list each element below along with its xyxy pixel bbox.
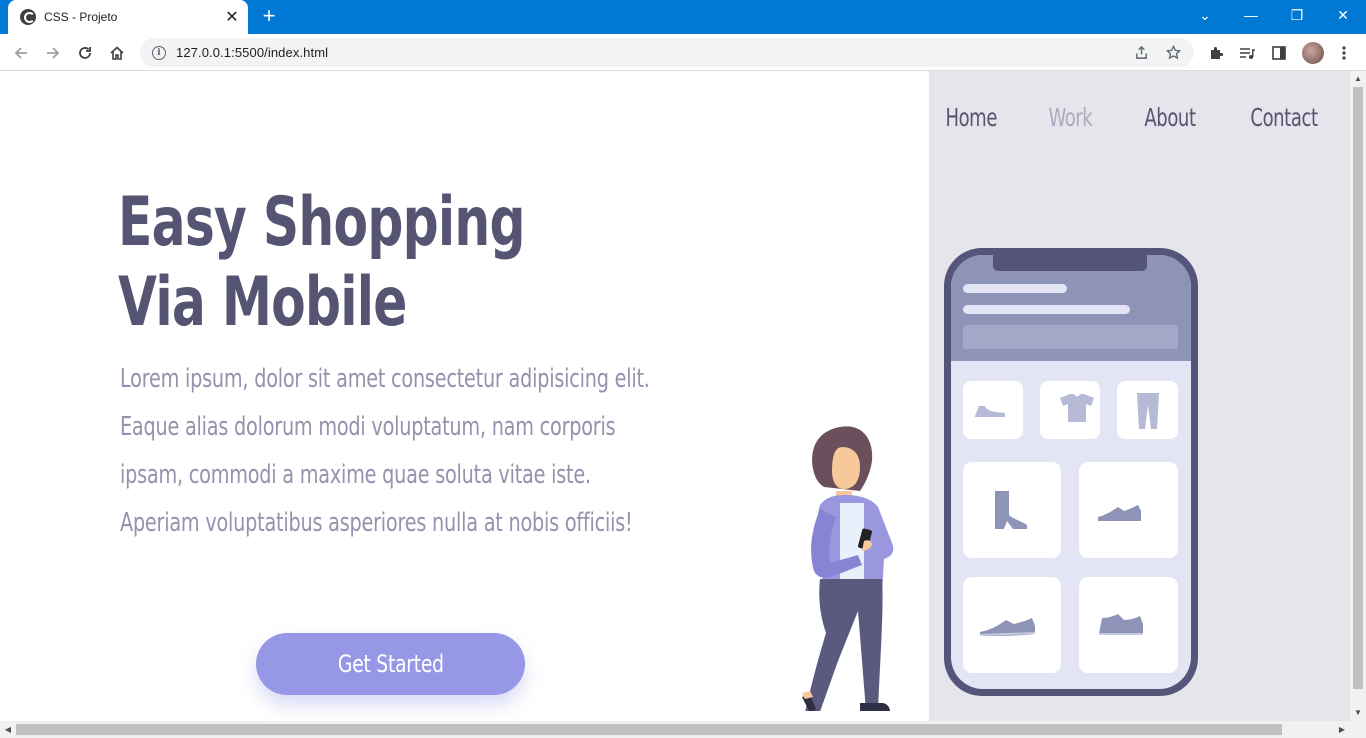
woman-illustration: [802, 426, 894, 711]
star-icon[interactable]: [1162, 42, 1184, 64]
browser-toolbar: i 127.0.0.1:5500/index.html: [0, 34, 1366, 71]
arrow-left-icon: [14, 47, 27, 59]
scroll-down-arrow-icon[interactable]: ▼: [1350, 706, 1366, 720]
horizontal-scroll-thumb[interactable]: [16, 724, 1282, 735]
headline-line-2: Via Mobile: [118, 263, 407, 342]
side-panel-icon[interactable]: [1269, 43, 1289, 63]
home-button[interactable]: [104, 40, 130, 66]
info-icon[interactable]: i: [152, 45, 166, 60]
vertical-scrollbar[interactable]: ▲ ▼: [1350, 71, 1366, 721]
hero-description: Lorem ipsum, dolor sit amet consectetur …: [120, 364, 650, 538]
phone-illustration: [944, 248, 1198, 696]
get-started-label: Get Started: [337, 650, 444, 678]
back-button[interactable]: [8, 40, 34, 66]
url-text[interactable]: 127.0.0.1:5500/index.html: [176, 45, 1130, 60]
home-icon: [110, 46, 124, 60]
share-icon[interactable]: [1130, 42, 1152, 64]
arrow-right-icon: [47, 47, 60, 59]
reload-button[interactable]: [72, 40, 98, 66]
globe-icon: [20, 9, 36, 25]
minimize-button[interactable]: —: [1228, 0, 1274, 30]
forward-button[interactable]: [40, 40, 66, 66]
shopping-illustration: [802, 248, 1198, 711]
address-bar[interactable]: i 127.0.0.1:5500/index.html: [140, 38, 1194, 67]
restore-button[interactable]: ❐: [1274, 0, 1320, 30]
scroll-left-arrow-icon[interactable]: ◀: [0, 721, 16, 738]
browser-titlebar: CSS - Projeto ✕ + ⌄ — ❐ ✕: [0, 0, 1366, 34]
profile-avatar[interactable]: [1302, 42, 1324, 64]
nav-work[interactable]: Work: [1049, 103, 1093, 132]
tab-search-icon[interactable]: ⌄: [1182, 0, 1228, 30]
close-window-button[interactable]: ✕: [1320, 0, 1366, 30]
horizontal-scrollbar[interactable]: ◀ ▶: [0, 721, 1366, 738]
scroll-up-arrow-icon[interactable]: ▲: [1350, 72, 1366, 86]
scroll-right-arrow-icon[interactable]: ▶: [1334, 721, 1350, 738]
nav-contact[interactable]: Contact: [1250, 103, 1318, 132]
headline-line-1: Easy Shopping: [118, 183, 525, 262]
new-tab-button[interactable]: +: [256, 5, 282, 29]
browser-tab-active[interactable]: CSS - Projeto ✕: [8, 0, 248, 34]
media-queue-icon[interactable]: [1237, 43, 1257, 63]
tab-title: CSS - Projeto: [44, 10, 118, 24]
reload-icon: [79, 47, 91, 59]
site-nav: Home Work About Contact: [939, 103, 1326, 132]
get-started-button[interactable]: Get Started: [256, 633, 525, 695]
nav-about[interactable]: About: [1144, 103, 1196, 132]
page-viewport: Home Work About Contact Easy Shopping Vi…: [0, 71, 1350, 721]
puzzle-icon[interactable]: [1206, 43, 1226, 63]
vertical-scroll-thumb[interactable]: [1353, 87, 1363, 689]
tab-close-icon[interactable]: ✕: [220, 5, 244, 29]
hero-headline: Easy Shopping Via Mobile: [118, 183, 532, 343]
nav-home[interactable]: Home: [945, 103, 997, 132]
kebab-menu-icon[interactable]: [1334, 43, 1354, 63]
